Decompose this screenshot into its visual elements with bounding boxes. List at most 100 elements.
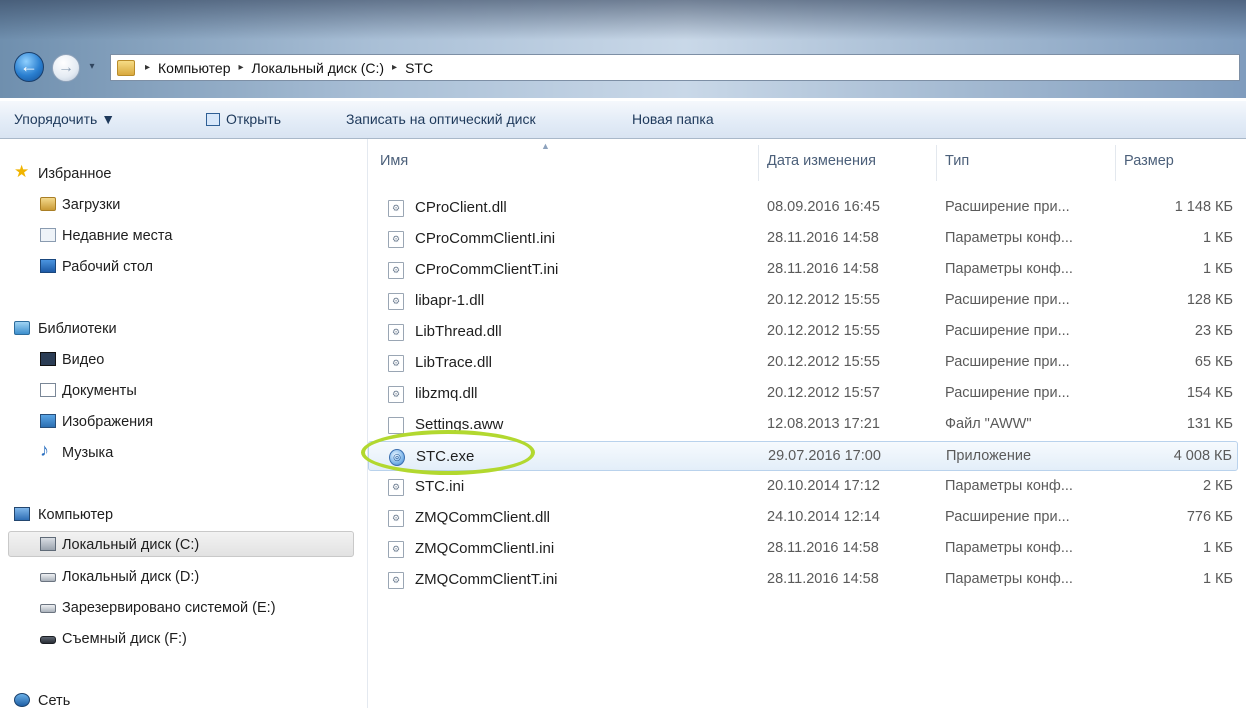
nav-label: Загрузки [62, 197, 121, 213]
file-name: CProCommClientT.ini [415, 261, 559, 278]
organize-button[interactable]: Упорядочить ▼ [14, 111, 115, 127]
nav-item-images[interactable]: Изображения [0, 409, 368, 435]
libraries-icon [14, 321, 30, 335]
nav-item-documents[interactable]: Документы [0, 378, 368, 404]
file-name: libzmq.dll [415, 385, 478, 402]
column-header-name[interactable]: Имя [380, 153, 408, 169]
file-row[interactable]: ⚙ ZMQCommClientT.ini 28.11.2016 14:58 Парам… [368, 565, 1238, 595]
folder-icon [117, 59, 135, 76]
file-row[interactable]: ⚙ LibTrace.dll 20.12.2012 15:55 Расширение … [368, 348, 1238, 378]
nav-label: Библиотеки [38, 321, 117, 337]
images-icon [40, 414, 56, 428]
file-date-modified: 20.12.2012 15:55 [767, 354, 880, 370]
nav-item-desktop[interactable]: Рабочий стол [0, 254, 368, 280]
breadcrumb-computer[interactable]: Компьютер [158, 60, 230, 76]
file-row[interactable]: ⚙ CProClient.dll 08.09.2016 16:45 Расширени… [368, 193, 1238, 223]
forward-button[interactable]: → [52, 54, 80, 82]
nav-item-local-disk-c[interactable]: Локальный диск (C:) [8, 531, 354, 557]
file-size: 4 008 КБ [1173, 448, 1232, 464]
config-file-icon: ⚙ [388, 262, 404, 279]
back-button[interactable]: ← [14, 52, 44, 82]
open-button[interactable]: Открыть [206, 111, 281, 127]
nav-network[interactable]: Сеть [0, 688, 368, 714]
file-date-modified: 28.11.2016 14:58 [767, 261, 879, 277]
music-icon: ♪ [40, 440, 49, 460]
file-size: 154 КБ [1186, 385, 1233, 401]
dll-file-icon: ⚙ [388, 293, 404, 310]
nav-label: Избранное [38, 166, 112, 182]
file-type: Приложение [946, 448, 1032, 464]
column-header-date[interactable]: Дата изменения [767, 153, 876, 169]
open-label: Открыть [226, 111, 281, 127]
file-row[interactable]: ⚙ libzmq.dll 20.12.2012 15:57 Расширение пр… [368, 379, 1238, 409]
file-name: ZMQCommClientT.ini [415, 571, 558, 588]
config-file-icon: ⚙ [388, 541, 404, 558]
nav-item-local-disk-d[interactable]: Локальный диск (D:) [0, 564, 368, 590]
column-divider[interactable] [758, 145, 759, 181]
file-row[interactable]: ⚙ libapr-1.dll 20.12.2012 15:55 Расширение … [368, 286, 1238, 316]
file-date-modified: 28.11.2016 14:58 [767, 540, 879, 556]
nav-item-reserved-e[interactable]: Зарезервировано системой (E:) [0, 595, 368, 621]
file-type: Расширение при... [945, 323, 1070, 339]
nav-label: Съемный диск (F:) [62, 631, 187, 647]
nav-label: Документы [62, 383, 137, 399]
file-date-modified: 20.12.2012 15:55 [767, 323, 880, 339]
column-divider[interactable] [1115, 145, 1116, 181]
breadcrumb-separator-icon[interactable]: ▸ [239, 62, 244, 73]
file-size: 2 КБ [1202, 478, 1233, 494]
open-icon [206, 113, 220, 126]
breadcrumb-separator-icon[interactable]: ▸ [145, 62, 150, 73]
command-toolbar: Упорядочить ▼ Открыть Записать на оптиче… [0, 100, 1246, 139]
file-type: Параметры конф... [945, 540, 1073, 556]
nav-item-music[interactable]: ♪ Музыка [0, 440, 368, 466]
nav-computer[interactable]: Компьютер [0, 502, 368, 528]
nav-item-recent-places[interactable]: Недавние места [0, 223, 368, 249]
file-type: Расширение при... [945, 385, 1070, 401]
column-divider[interactable] [936, 145, 937, 181]
breadcrumb-local-disk-c[interactable]: Локальный диск (C:) [252, 60, 385, 76]
file-type: Параметры конф... [945, 478, 1073, 494]
network-icon [14, 693, 30, 707]
dll-file-icon: ⚙ [388, 510, 404, 527]
file-type: Расширение при... [945, 292, 1070, 308]
file-size: 1 КБ [1202, 540, 1233, 556]
file-name: CProCommClientI.ini [415, 230, 556, 247]
hard-drive-icon [40, 604, 56, 613]
file-date-modified: 20.12.2012 15:57 [767, 385, 880, 401]
nav-libraries[interactable]: Библиотеки [0, 316, 368, 342]
recent-places-icon [40, 228, 56, 242]
file-size: 1 КБ [1202, 261, 1233, 277]
recent-pages-dropdown[interactable]: ▾ [86, 60, 98, 74]
dll-file-icon: ⚙ [388, 200, 404, 217]
file-name: ZMQCommClient.dll [415, 509, 551, 526]
documents-icon [40, 383, 56, 397]
file-name: STC.ini [415, 478, 465, 495]
column-header-type[interactable]: Тип [945, 153, 969, 169]
file-size: 65 КБ [1194, 354, 1233, 370]
dll-file-icon: ⚙ [388, 324, 404, 341]
address-bar[interactable]: ▸ Компьютер ▸ Локальный диск (C:) ▸ STC [110, 54, 1240, 81]
file-row[interactable]: ⚙ CProCommClientT.ini 28.11.2016 14:58 Пара… [368, 255, 1238, 285]
nav-label: Изображения [62, 414, 154, 430]
file-name: libapr-1.dll [415, 292, 485, 309]
file-row[interactable]: ⚙ CProCommClientI.ini 28.11.2016 14:58 Пара… [368, 224, 1238, 254]
nav-item-downloads[interactable]: Загрузки [0, 192, 368, 218]
breadcrumb-stc[interactable]: STC [405, 60, 433, 76]
column-header-size[interactable]: Размер [1124, 153, 1174, 169]
nav-item-video[interactable]: Видео [0, 347, 368, 373]
nav-item-removable-f[interactable]: Съемный диск (F:) [0, 626, 368, 652]
nav-label: Зарезервировано системой (E:) [62, 600, 276, 616]
file-row[interactable]: ⚙ ZMQCommClient.dll 24.10.2014 12:14 Расшир… [368, 503, 1238, 533]
nav-favorites[interactable]: ★ Избранное [0, 161, 368, 187]
file-row[interactable]: ⚙ STC.ini 20.10.2014 17:12 Параметры конф..… [368, 472, 1238, 502]
file-date-modified: 08.09.2016 16:45 [767, 199, 880, 215]
nav-label: Локальный диск (C:) [62, 537, 200, 553]
file-row[interactable]: ⚙ ZMQCommClientI.ini 28.11.2016 14:58 Парам… [368, 534, 1238, 564]
file-size: 128 КБ [1186, 292, 1233, 308]
new-folder-button[interactable]: Новая папка [632, 111, 714, 127]
file-type: Расширение при... [945, 509, 1070, 525]
file-row[interactable]: ⚙ LibThread.dll 20.12.2012 15:55 Расширение… [368, 317, 1238, 347]
breadcrumb-separator-icon[interactable]: ▸ [392, 62, 397, 73]
nav-label: Видео [62, 352, 105, 368]
burn-to-disc-button[interactable]: Записать на оптический диск [346, 111, 536, 127]
